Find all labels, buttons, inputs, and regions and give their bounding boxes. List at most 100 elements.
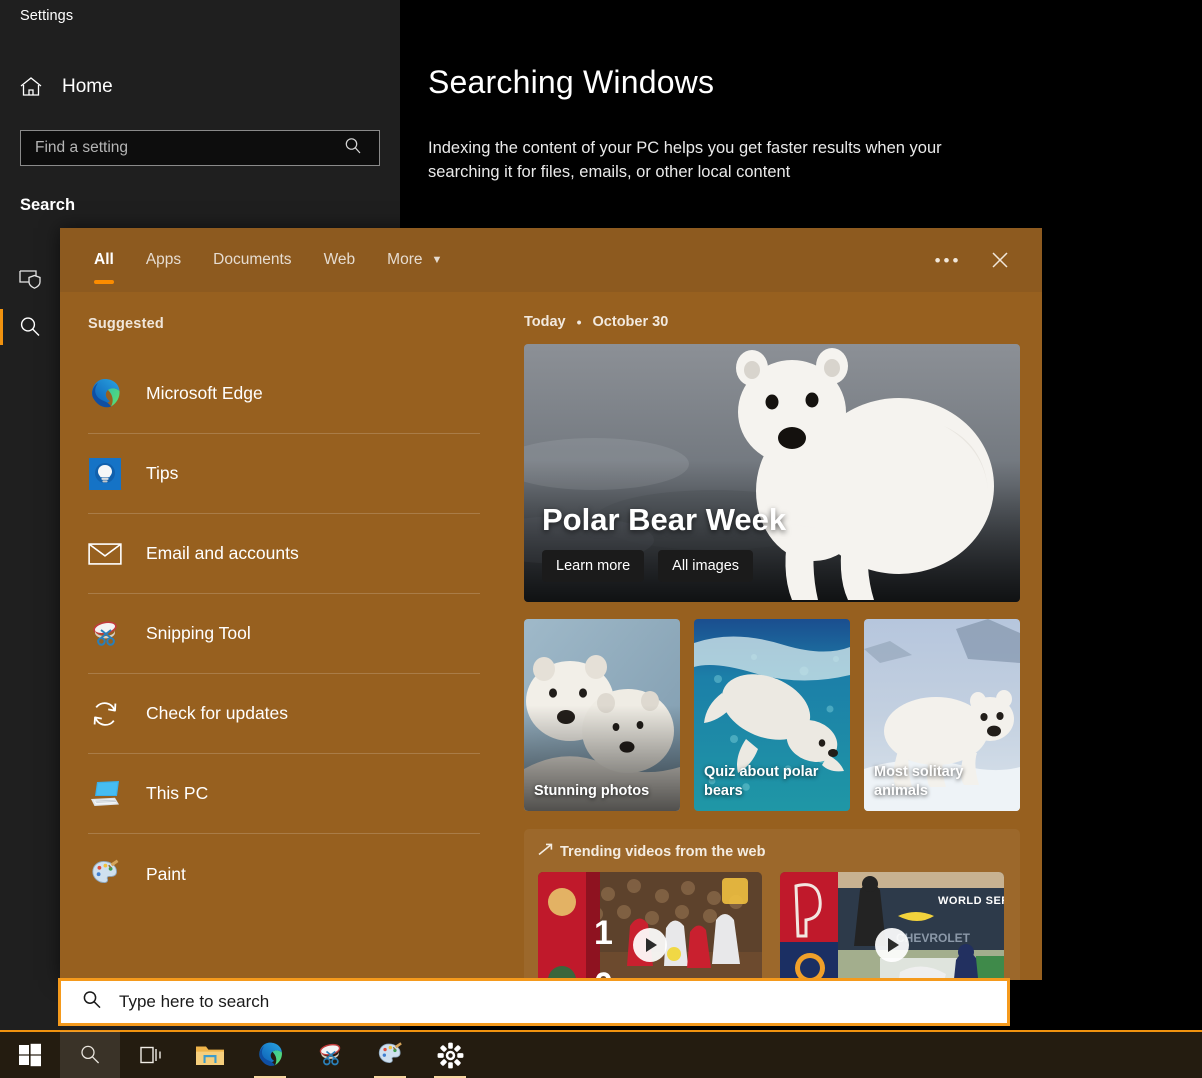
list-item-label: Tips <box>146 463 179 483</box>
settings-button[interactable] <box>420 1031 480 1078</box>
learn-more-button[interactable]: Learn more <box>542 550 645 582</box>
nav-section-search: Search <box>20 196 76 214</box>
task-view-icon <box>140 1046 161 1064</box>
tab-all[interactable]: All <box>78 228 130 292</box>
trending-heading-row: Trending videos from the web <box>538 843 1006 860</box>
windows-search-flyout: All Apps Documents Web More ▼ ••• Sugges… <box>60 228 1042 980</box>
list-item-label: Snipping Tool <box>146 623 251 643</box>
trending-videos-section: Trending videos from the web 1 WORLD SE … <box>524 829 1020 980</box>
start-button[interactable] <box>0 1031 60 1078</box>
sidebar-item-searching-windows[interactable] <box>0 303 60 351</box>
search-flyout-header: All Apps Documents Web More ▼ ••• <box>60 228 1042 292</box>
home-icon <box>18 74 44 100</box>
file-explorer-button[interactable] <box>180 1031 240 1078</box>
snipping-tool-icon <box>319 1043 341 1066</box>
paint-button[interactable] <box>360 1031 420 1078</box>
card-quiz-about-polar-bears[interactable]: Quiz about polar bears <box>694 619 850 811</box>
video-thumbnail-baseball[interactable]: WORLD SERIES CHEVROLET <box>780 872 1004 980</box>
tab-more[interactable]: More ▼ <box>371 228 458 292</box>
card-caption: Quiz about polar bears <box>704 764 819 799</box>
play-icon[interactable] <box>633 928 667 963</box>
suggested-column: Suggested Microsoft Edge Tips Email and … <box>60 292 508 980</box>
microsoft-edge-button[interactable] <box>240 1031 300 1078</box>
list-item-paint[interactable]: Paint <box>88 834 480 914</box>
sidebar-item-home[interactable]: Home <box>18 74 113 100</box>
gear-icon <box>437 1042 463 1068</box>
edge-icon <box>259 1042 282 1066</box>
snipping-tool-icon <box>88 617 122 651</box>
screen: Settings Home Find a setting Search Sear… <box>0 0 1202 1078</box>
card-stunning-photos[interactable]: Stunning photos <box>524 619 680 811</box>
discovery-column: Today • October 30 Polar Bear Week Learn… <box>508 292 1042 980</box>
tab-web[interactable]: Web <box>308 228 372 292</box>
search-icon <box>81 1045 100 1064</box>
sidebar-item-permissions-history[interactable] <box>0 255 60 303</box>
list-item-email-and-accounts[interactable]: Email and accounts <box>88 514 480 594</box>
card-caption: Stunning photos <box>534 783 650 799</box>
paint-icon <box>88 857 122 891</box>
tab-documents-label: Documents <box>213 251 292 268</box>
video-image: 1 0 <box>538 872 762 980</box>
settings-window-title: Settings <box>20 8 74 24</box>
page-description: Indexing the content of your PC helps yo… <box>428 139 942 181</box>
hero-card[interactable]: Polar Bear Week Learn more All images <box>524 344 1020 602</box>
tab-all-label: All <box>94 251 114 268</box>
ellipsis-icon: ••• <box>934 250 962 270</box>
envelope-icon <box>88 537 122 571</box>
list-item-snipping-tool[interactable]: Snipping Tool <box>88 594 480 674</box>
close-button[interactable] <box>978 240 1022 280</box>
list-item-microsoft-edge[interactable]: Microsoft Edge <box>88 354 480 434</box>
task-view-button[interactable] <box>120 1031 180 1078</box>
play-icon[interactable] <box>875 928 909 963</box>
find-a-setting-box[interactable] <box>20 130 380 166</box>
all-images-button[interactable]: All images <box>658 550 754 582</box>
list-item-check-for-updates[interactable]: Check for updates <box>88 674 480 754</box>
search-icon <box>343 136 369 161</box>
more-options-button[interactable]: ••• <box>926 240 970 280</box>
hero-title: Polar Bear Week <box>542 502 787 537</box>
refresh-icon <box>88 697 122 731</box>
trending-heading: Trending videos from the web <box>560 843 766 860</box>
trending-up-icon <box>538 843 553 860</box>
edge-icon <box>88 377 122 411</box>
video-image: WORLD SERIES CHEVROLET <box>780 872 1004 980</box>
sidebar-item-home-label: Home <box>62 76 113 97</box>
tab-more-label: More <box>387 251 423 268</box>
list-item-label: This PC <box>146 783 209 803</box>
windows-logo-icon <box>19 1043 41 1067</box>
page-title: Searching Windows <box>428 64 715 100</box>
svg-text:WORLD SERIES: WORLD SERIES <box>938 895 1004 907</box>
bullet-separator: • <box>576 314 582 330</box>
trending-video-row: 1 0 <box>538 872 1006 980</box>
mini-card-row: Stunning photos Quiz about polar bears M… <box>524 619 1020 811</box>
tips-icon <box>88 457 122 491</box>
list-item-this-pc[interactable]: This PC <box>88 754 480 834</box>
list-item-label: Paint <box>146 863 186 884</box>
search-flyout-header-actions: ••• <box>926 240 1042 280</box>
list-item-label: Check for updates <box>146 703 289 723</box>
search-tab-bar: All Apps Documents Web More ▼ <box>60 228 458 292</box>
card-most-solitary-animals[interactable]: Most solitary animals <box>864 619 1020 811</box>
tab-web-label: Web <box>323 251 356 268</box>
chevron-down-icon: ▼ <box>431 253 443 266</box>
list-item-label: Email and accounts <box>146 543 299 563</box>
today-label: Today <box>524 314 566 330</box>
close-icon <box>992 252 1008 268</box>
search-icon <box>81 989 103 1016</box>
video-thumbnail-soccer[interactable]: 1 0 <box>538 872 762 980</box>
tab-apps[interactable]: Apps <box>130 228 197 292</box>
today-date: October 30 <box>592 314 669 330</box>
taskbar <box>0 1030 1202 1078</box>
paint-icon <box>378 1042 402 1063</box>
svg-text:1: 1 <box>594 914 613 952</box>
search-flyout-body: Suggested Microsoft Edge Tips Email and … <box>60 292 1042 980</box>
list-item-tips[interactable]: Tips <box>88 434 480 514</box>
tab-documents[interactable]: Documents <box>197 228 307 292</box>
find-a-setting-input[interactable] <box>21 131 343 165</box>
tab-apps-label: Apps <box>145 251 182 268</box>
taskbar-search-button[interactable] <box>60 1031 120 1078</box>
taskbar-search-box[interactable] <box>58 978 1010 1026</box>
taskbar-search-input[interactable] <box>119 981 1007 1023</box>
settings-nav-icon-list <box>0 255 60 351</box>
snipping-tool-button[interactable] <box>300 1031 360 1078</box>
